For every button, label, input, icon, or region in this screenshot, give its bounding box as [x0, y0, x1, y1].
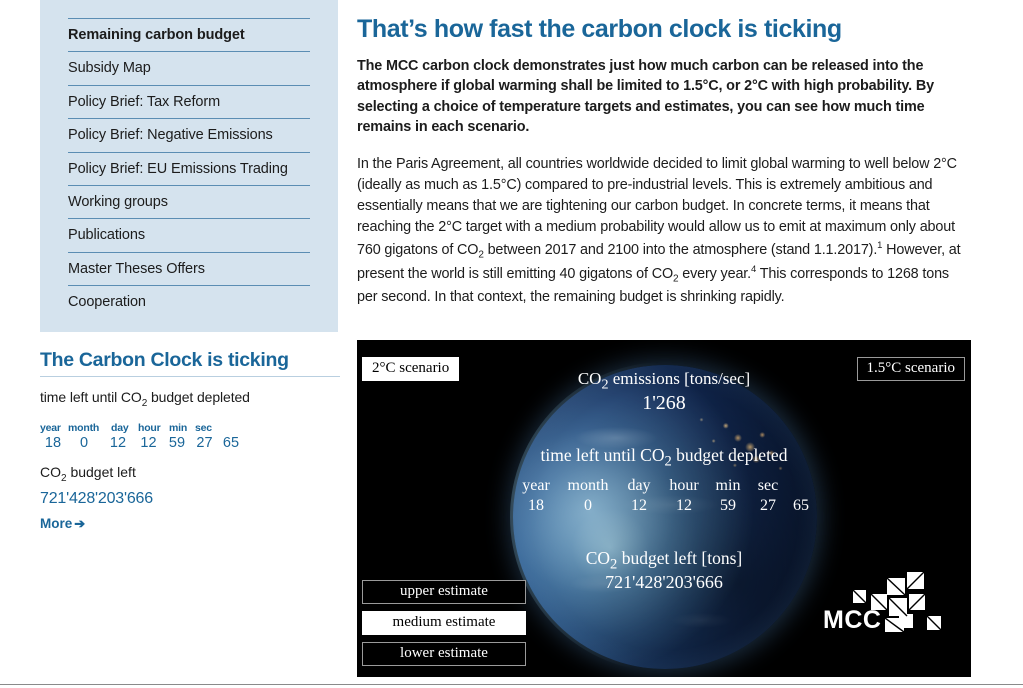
body-paragraph: In the Paris Agreement, all countries wo… — [357, 154, 972, 309]
sidebar-item-label: Policy Brief: EU Emissions Trading — [68, 160, 288, 177]
sidebar-item-label: Remaining carbon budget — [68, 27, 245, 43]
panel-unit-label-month: month — [567, 477, 609, 494]
sidebar-item-label: Publications — [68, 227, 145, 244]
panel-timeleft-label: time left until CO2 budget depleted — [357, 445, 971, 471]
panel-emissions-value: 1'268 — [642, 392, 686, 414]
countdown-value-extra: 65 — [222, 434, 240, 451]
unit-label-hour: hour — [138, 421, 161, 434]
panel-countdown-unit-labels: year month day hour min sec — [514, 477, 814, 495]
panel-emissions-label: CO2 emissions [tons/sec] — [357, 369, 971, 393]
sidebar-nav-list: Remaining carbon budget Subsidy Map Poli… — [68, 18, 310, 319]
main-content: That’s how fast the carbon clock is tick… — [357, 0, 972, 308]
emissions-label-subscript: 2 — [601, 376, 609, 393]
estimate-button-lower[interactable]: lower estimate — [362, 642, 526, 666]
sidebar-item-label: Subsidy Map — [68, 60, 151, 77]
sidebar-item-policy-brief-negative-emissions[interactable]: Policy Brief: Negative Emissions — [68, 118, 310, 151]
panel-unit-label-min: min — [715, 477, 741, 494]
page-bottom-divider — [0, 684, 1023, 685]
countdown-values: 18 0 12 12 59 27 65 — [40, 435, 340, 451]
sidebar-item-working-groups[interactable]: Working groups — [68, 184, 310, 218]
sidebar-item-label: Master Theses Offers — [68, 260, 205, 277]
sidebar-navigation: Remaining carbon budget Subsidy Map Poli… — [40, 0, 338, 332]
body-part-2: between 2017 and 2100 into the atmospher… — [483, 241, 878, 258]
sidebar-item-cooperation[interactable]: Cooperation — [68, 285, 310, 318]
sidebar-item-policy-brief-eu-emissions-trading[interactable]: Policy Brief: EU Emissions Trading — [68, 151, 310, 185]
panel-unit-label-day: day — [627, 477, 651, 494]
emissions-label-prefix: CO — [577, 369, 602, 388]
panel-budget-label-prefix: CO — [585, 548, 611, 568]
timeleft-subscript: 2 — [664, 453, 672, 470]
panel-countdown-value-sec: 27 — [760, 497, 776, 514]
timeleft-prefix: time left until CO — [540, 445, 665, 465]
budget-label-prefix: CO — [40, 463, 61, 480]
panel-countdown-values: 18 0 12 12 59 27 65 — [514, 497, 814, 515]
mcc-logo: MCC — [823, 568, 963, 648]
sidebar-item-remaining-carbon-budget[interactable]: Remaining carbon budget — [68, 18, 310, 51]
unit-label-month: month — [68, 421, 100, 434]
panel-countdown-value-min: 59 — [720, 497, 736, 514]
arrow-right-icon: ➔ — [74, 515, 86, 531]
countdown-value-hour: 12 — [140, 434, 157, 451]
sidebar-item-publications[interactable]: Publications — [68, 218, 310, 251]
emissions-label-suffix: emissions [tons/sec] — [608, 369, 751, 388]
subtitle-suffix: budget depleted — [147, 389, 250, 405]
sidebar-item-label: Working groups — [68, 193, 168, 210]
estimate-button-label: upper estimate — [400, 583, 488, 599]
carbon-clock-widget-title[interactable]: The Carbon Clock is ticking — [40, 349, 340, 377]
estimate-button-label: lower estimate — [400, 645, 488, 661]
estimate-button-medium[interactable]: medium estimate — [362, 611, 526, 635]
estimate-button-label: medium estimate — [392, 614, 496, 630]
countdown-value-month: 0 — [79, 434, 89, 451]
widget-budget-label: CO2 budget left — [40, 464, 340, 484]
timeleft-suffix: budget depleted — [671, 445, 788, 465]
countdown-unit-labels: year month day hour min sec — [40, 422, 340, 434]
carbon-clock-widget-subtitle: time left until CO2 budget depleted — [40, 389, 340, 409]
panel-countdown-value-extra: 65 — [793, 497, 809, 514]
intro-paragraph: The MCC carbon clock demonstrates just h… — [357, 57, 934, 136]
panel-countdown-value-hour: 12 — [676, 497, 692, 514]
more-link-label: More — [40, 515, 73, 531]
unit-label-day: day — [111, 421, 129, 434]
page-root: Remaining carbon budget Subsidy Map Poli… — [0, 0, 1023, 688]
unit-label-min: min — [169, 421, 188, 434]
carbon-clock-widget: The Carbon Clock is ticking time left un… — [40, 349, 340, 533]
panel-unit-label-hour: hour — [669, 477, 699, 494]
more-link[interactable]: More ➔ — [40, 516, 85, 532]
panel-budget-label-suffix: budget left [tons] — [617, 548, 743, 568]
panel-countdown-value-year: 18 — [528, 497, 544, 514]
sidebar-item-policy-brief-tax-reform[interactable]: Policy Brief: Tax Reform — [68, 84, 310, 118]
sidebar-item-label: Policy Brief: Tax Reform — [68, 93, 221, 110]
panel-unit-label-extra — [788, 477, 814, 495]
budget-label-suffix: budget left — [66, 463, 136, 480]
body-part-4: every year. — [678, 265, 752, 282]
unit-label-year: year — [40, 421, 61, 434]
panel-unit-label-year: year — [522, 477, 550, 494]
sidebar-item-label: Policy Brief: Negative Emissions — [68, 127, 273, 144]
countdown-value-min: 59 — [168, 434, 186, 451]
countdown-value-year: 18 — [44, 434, 62, 451]
estimate-button-upper[interactable]: upper estimate — [362, 580, 526, 604]
subtitle-prefix: time left until CO — [40, 389, 142, 405]
sidebar-item-subsidy-map[interactable]: Subsidy Map — [68, 51, 310, 84]
panel-countdown-value-month: 0 — [584, 497, 592, 514]
sidebar-item-label: Cooperation — [68, 294, 146, 311]
sidebar-item-master-theses-offers[interactable]: Master Theses Offers — [68, 251, 310, 285]
carbon-clock-panel: 2°C scenario 1.5°C scenario CO2 emission… — [357, 340, 971, 677]
unit-label-sec: sec — [195, 421, 212, 434]
page-title: That’s how fast the carbon clock is tick… — [357, 15, 842, 43]
mcc-logo-wordmark: MCC — [823, 606, 882, 634]
panel-unit-label-sec: sec — [757, 477, 779, 494]
countdown-value-day: 12 — [109, 434, 127, 451]
widget-budget-value: 721'428'203'666 — [40, 489, 153, 507]
countdown-value-sec: 27 — [196, 434, 213, 451]
panel-countdown-value-day: 12 — [631, 497, 647, 514]
